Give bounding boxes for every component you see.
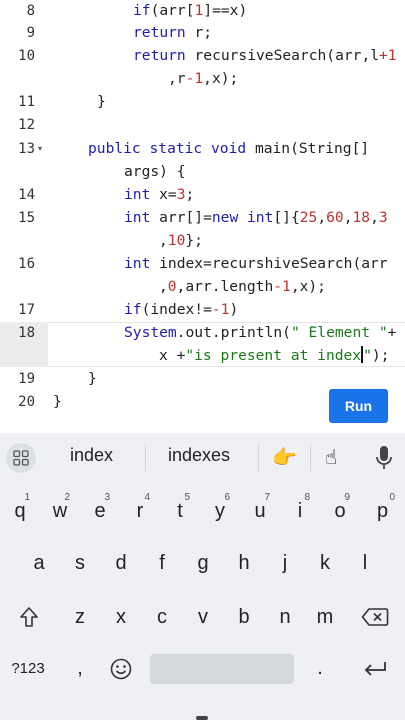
code-line[interactable]: } [97,91,106,113]
code-line[interactable]: } [88,368,97,390]
line-number: 13 [18,141,35,157]
line-number: 14 [18,187,35,203]
key-w[interactable]: w2 [40,490,80,532]
key-label: p [376,499,389,522]
line-number: 17 [18,302,35,318]
line-number: 11 [18,94,35,110]
key-n[interactable]: n [265,596,305,638]
key-p[interactable]: p0 [360,490,405,532]
key-e[interactable]: e3 [80,490,120,532]
code-line[interactable]: public static void main(String[] [88,138,369,160]
code-line[interactable]: int index=recurshiveSearch(arr [124,253,388,275]
key-hint: 8 [304,492,310,503]
key-a[interactable]: a [19,542,59,584]
fold-arrow-icon[interactable]: ▾ [38,144,42,153]
code-line[interactable]: x +"is present at index "); [159,345,389,367]
key-m[interactable]: m [305,596,345,638]
enter-icon[interactable] [362,660,388,678]
line-number: 9 [26,25,35,41]
key-j[interactable]: j [265,542,305,584]
line-number: 12 [18,117,35,133]
soft-keyboard[interactable]: index indexes 👉 ☝ q1 w2 e3 r4 t5 y6 u7 i… [0,433,405,720]
emoji-pointing-right[interactable]: 👉 [272,445,297,469]
symbols-key[interactable]: ?123 [4,647,52,689]
key-hint: 4 [144,492,150,503]
key-o[interactable]: o9 [320,490,360,532]
key-x[interactable]: x [101,596,141,638]
key-h[interactable]: h [224,542,264,584]
key-hint: 0 [389,492,395,503]
line-number: 19 [18,371,35,387]
key-r[interactable]: r4 [120,490,160,532]
key-hint: 1 [24,492,30,503]
key-hint: 5 [184,492,190,503]
line-number: 10 [18,48,35,64]
code-line[interactable]: return recursiveSearch(arr,l+1 [133,45,397,67]
key-z[interactable]: z [60,596,100,638]
code-line[interactable]: ,r-1,x); [168,68,238,90]
line-number: 15 [18,210,35,226]
line-number: 16 [18,256,35,272]
code-line[interactable]: } [53,391,62,413]
key-hint: 9 [344,492,350,503]
key-period[interactable]: . [302,647,338,689]
key-i[interactable]: i8 [280,490,320,532]
key-y[interactable]: y6 [200,490,240,532]
suggestion-divider [310,445,311,471]
suggestion-indexes[interactable]: indexes [168,445,230,466]
apps-grid-icon[interactable] [6,443,36,473]
code-editor[interactable]: 8 9 10 11 12 13 ▾ 14 15 16 17 18 19 20 i… [0,0,405,433]
emoji-smiley-icon[interactable] [110,658,132,680]
key-t[interactable]: t5 [160,490,200,532]
suggestion-index[interactable]: index [70,445,113,466]
key-label: r [136,499,144,522]
backspace-icon[interactable] [361,607,389,627]
code-line[interactable]: System.out.println(" Element "+ [124,322,396,344]
space-bar[interactable] [150,654,294,684]
run-button[interactable]: Run [329,389,388,423]
key-u[interactable]: u7 [240,490,280,532]
key-v[interactable]: v [183,596,223,638]
key-f[interactable]: f [142,542,182,584]
key-comma[interactable]: , [62,647,98,689]
key-q[interactable]: q1 [0,490,40,532]
key-hint: 6 [224,492,230,503]
code-line[interactable]: if(index!=-1) [124,299,238,321]
key-label: t [177,499,183,522]
line-number: 20 [18,394,35,410]
suggestion-divider [145,445,146,471]
microphone-icon[interactable] [374,445,394,471]
line-number: 8 [26,3,35,19]
suggestion-bar: index indexes 👉 ☝ [0,433,405,485]
key-d[interactable]: d [101,542,141,584]
key-hint: 2 [64,492,70,503]
code-line[interactable]: args) { [124,161,186,183]
key-label: i [297,499,303,522]
emoji-pointing-up[interactable]: ☝ [325,445,337,469]
key-hint: 7 [264,492,270,503]
key-k[interactable]: k [305,542,345,584]
key-s[interactable]: s [60,542,100,584]
key-l[interactable]: l [345,542,385,584]
shift-icon[interactable] [19,606,39,628]
code-line[interactable]: ,0,arr.length-1,x); [159,276,326,298]
suggestion-divider [258,445,259,471]
line-number: 18 [18,325,35,341]
key-b[interactable]: b [224,596,264,638]
key-g[interactable]: g [183,542,223,584]
key-c[interactable]: c [142,596,182,638]
code-line[interactable]: return r; [133,22,212,44]
nav-handle [196,716,208,720]
code-line[interactable]: if(arr[1]==x) [133,0,247,22]
code-line[interactable]: int arr[]=new int[]{25,60,18,3 [124,207,388,229]
key-hint: 3 [104,492,110,503]
code-line[interactable]: int x=3; [124,184,194,206]
code-line[interactable]: ,10}; [159,230,203,252]
